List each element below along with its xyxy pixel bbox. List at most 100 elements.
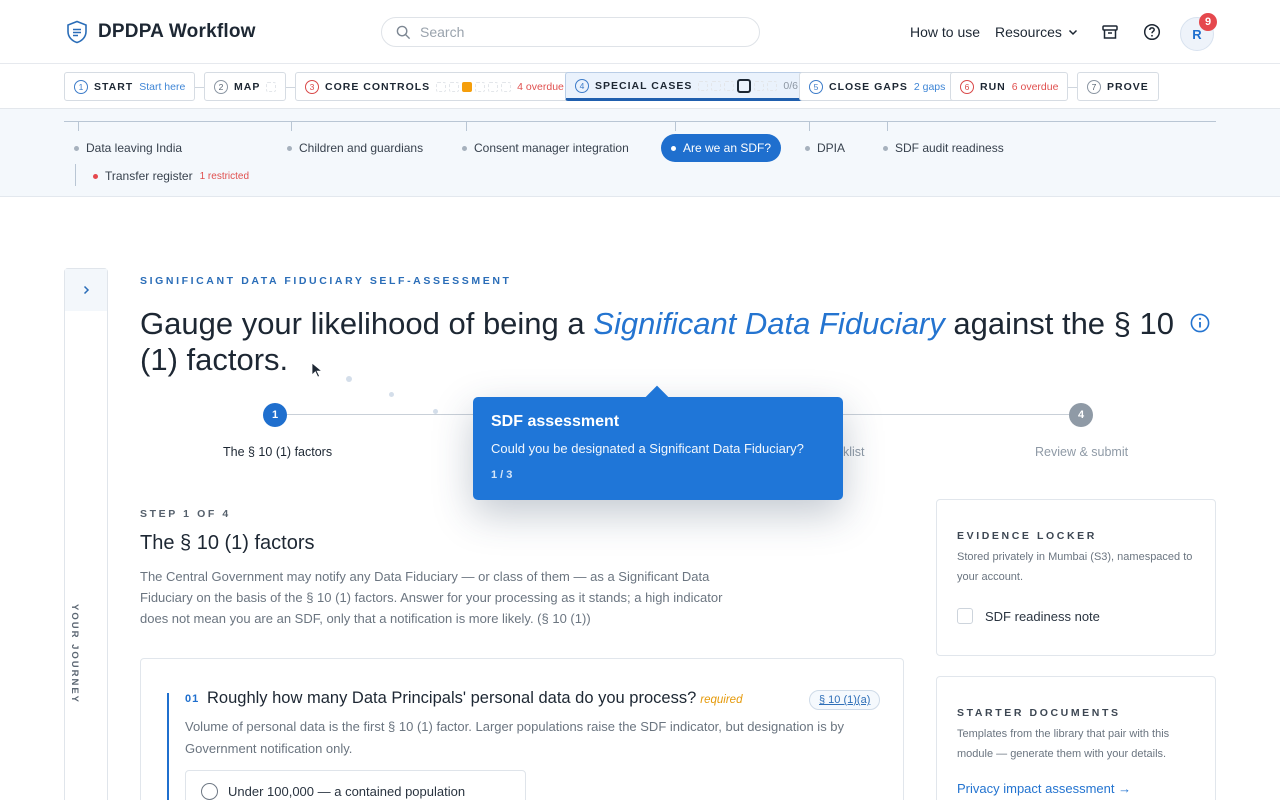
- subnav-item-transfer-register[interactable]: Transfer register 1 restricted: [93, 169, 249, 183]
- workflow-step-map[interactable]: 2 MAP: [204, 72, 287, 101]
- shield-logo-icon: [67, 20, 87, 44]
- app-logo[interactable]: DPDPA Workflow: [66, 20, 256, 44]
- workflow-step-run[interactable]: 6 RUN 6 overdue: [950, 72, 1069, 101]
- status-dot: [93, 173, 98, 179]
- status-dot: [671, 145, 676, 151]
- subnav-label: DPIA: [817, 141, 846, 155]
- workflow-step-prove[interactable]: 7 PROVE: [1077, 72, 1159, 101]
- progress-dots: [436, 81, 512, 92]
- wizard-step-1-label: The § 10 (1) factors: [223, 445, 333, 459]
- help-button[interactable]: [1139, 19, 1165, 45]
- info-icon[interactable]: [1189, 312, 1211, 334]
- step-number: 2: [214, 79, 228, 94]
- section-reference-link[interactable]: § 10 (1)(a): [809, 690, 881, 710]
- subnav-tick: [291, 121, 292, 131]
- search-icon: [396, 25, 411, 39]
- subnav-label: SDF audit readiness: [895, 141, 1004, 155]
- starter-documents-card: STARTER DOCUMENTS Templates from the lib…: [936, 676, 1216, 800]
- step-label: RUN: [980, 80, 1006, 93]
- subnav-tick: [887, 121, 888, 131]
- status-dot: [883, 145, 888, 151]
- subnav-tick: [809, 121, 810, 131]
- status-dot: [287, 145, 292, 151]
- resources-label: Resources: [995, 24, 1062, 40]
- evidence-item-label: SDF readiness note: [985, 608, 1100, 624]
- subnav-label: Transfer register: [105, 169, 193, 183]
- subnav-rail: [64, 121, 1216, 122]
- privacy-impact-link[interactable]: Privacy impact assessment →: [957, 781, 1131, 796]
- required-tag: required: [700, 694, 743, 706]
- resources-menu[interactable]: Resources: [995, 24, 1078, 40]
- mouse-cursor-icon: [311, 362, 323, 378]
- step-label: START: [94, 80, 134, 93]
- question-text: Roughly how many Data Principals' person…: [207, 689, 742, 708]
- step-label: CORE CONTROLS: [325, 80, 431, 93]
- title-part: Gauge your likelihood of being a: [140, 306, 594, 341]
- step-status: 0/6: [783, 79, 799, 92]
- question-label: Roughly how many Data Principals' person…: [207, 689, 697, 707]
- step-number: 4: [575, 78, 589, 93]
- popover-counter: 1 / 3: [491, 469, 513, 481]
- starter-description: Templates from the library that pair wit…: [957, 728, 1170, 760]
- subnav-item-consent-manager[interactable]: Consent manager integration: [462, 141, 629, 155]
- restricted-count: 1 restricted: [199, 170, 250, 182]
- app-title: DPDPA Workflow: [98, 21, 256, 42]
- subnav-label: Children and guardians: [299, 141, 424, 155]
- workflow-step-special-cases[interactable]: 4 SPECIAL CASES 0/6: [565, 72, 809, 101]
- chevron-down-icon: [1068, 29, 1077, 36]
- title-emphasis: Significant Data Fiduciary: [593, 306, 945, 341]
- subnav-item-sdf-audit[interactable]: SDF audit readiness: [883, 141, 1004, 155]
- subnav-item-data-leaving-india[interactable]: Data leaving India: [74, 141, 182, 155]
- step-number: 7: [1087, 79, 1101, 94]
- page-eyebrow: SIGNIFICANT DATA FIDUCIARY SELF-ASSESSME…: [140, 275, 512, 287]
- workflow-step-core-controls[interactable]: 3 CORE CONTROLS 4 overdue: [295, 72, 574, 101]
- archive-icon: [1102, 25, 1118, 39]
- step-number: 1: [74, 79, 88, 94]
- special-cases-subnav: Data leaving India Children and guardian…: [0, 109, 1280, 197]
- wizard-connector: [287, 414, 473, 415]
- wizard-step-4-label: Review & submit: [1035, 445, 1129, 459]
- journey-sidebar: YOUR JOURNEY: [64, 268, 108, 800]
- checkbox[interactable]: [957, 608, 973, 624]
- search-box[interactable]: [381, 17, 760, 47]
- subnav-tick: [675, 121, 676, 131]
- step-label: SPECIAL CASES: [595, 79, 693, 92]
- subnav-item-dpia[interactable]: DPIA: [805, 141, 845, 155]
- status-dot: [462, 145, 467, 151]
- progress-dots: [266, 81, 277, 92]
- chevron-right-icon: [83, 285, 90, 295]
- starter-title: STARTER DOCUMENTS: [957, 707, 1121, 719]
- top-header: DPDPA Workflow How to use Resources R 9: [0, 0, 1280, 64]
- step-status: 6 overdue: [1011, 80, 1059, 93]
- step-number: 5: [809, 79, 823, 94]
- step-counter: STEP 1 OF 4: [140, 508, 231, 520]
- onboarding-popover[interactable]: SDF assessment Could you be designated a…: [473, 397, 843, 500]
- step-title: The § 10 (1) factors: [140, 532, 315, 554]
- evidence-title: EVIDENCE LOCKER: [957, 530, 1097, 542]
- status-dot: [74, 145, 79, 151]
- wizard-step-1[interactable]: 1: [263, 403, 287, 427]
- search-input[interactable]: [420, 24, 720, 40]
- decorative-dot: [346, 376, 352, 382]
- help-circle-icon: [1143, 23, 1161, 41]
- how-to-use-link[interactable]: How to use: [910, 24, 980, 40]
- answer-option[interactable]: Under 100,000 — a contained population: [185, 770, 526, 800]
- status-dot: [805, 145, 810, 151]
- radio-button[interactable]: [201, 782, 218, 800]
- step-label: MAP: [234, 80, 261, 93]
- workflow-step-start[interactable]: 1 START Start here: [64, 72, 196, 101]
- step-status: Start here: [139, 80, 186, 93]
- option-label: Under 100,000 — a contained population: [228, 783, 466, 799]
- wizard-step-4[interactable]: 4: [1069, 403, 1093, 427]
- question-number: 01: [185, 693, 200, 705]
- archive-button[interactable]: [1097, 19, 1123, 45]
- workflow-step-close-gaps[interactable]: 5 CLOSE GAPS 2 gaps: [799, 72, 956, 101]
- subnav-child-connector: [75, 164, 76, 186]
- evidence-item[interactable]: SDF readiness note: [957, 608, 1100, 624]
- journey-label: YOUR JOURNEY: [69, 604, 80, 705]
- subnav-item-are-we-sdf[interactable]: Are we an SDF?: [661, 134, 782, 162]
- subnav-item-children-guardians[interactable]: Children and guardians: [287, 141, 423, 155]
- expand-journey-button[interactable]: [65, 269, 107, 311]
- workflow-stepper: 1 START Start here 2 MAP 3 CORE CONTROLS…: [0, 65, 1280, 109]
- subnav-tick: [466, 121, 467, 131]
